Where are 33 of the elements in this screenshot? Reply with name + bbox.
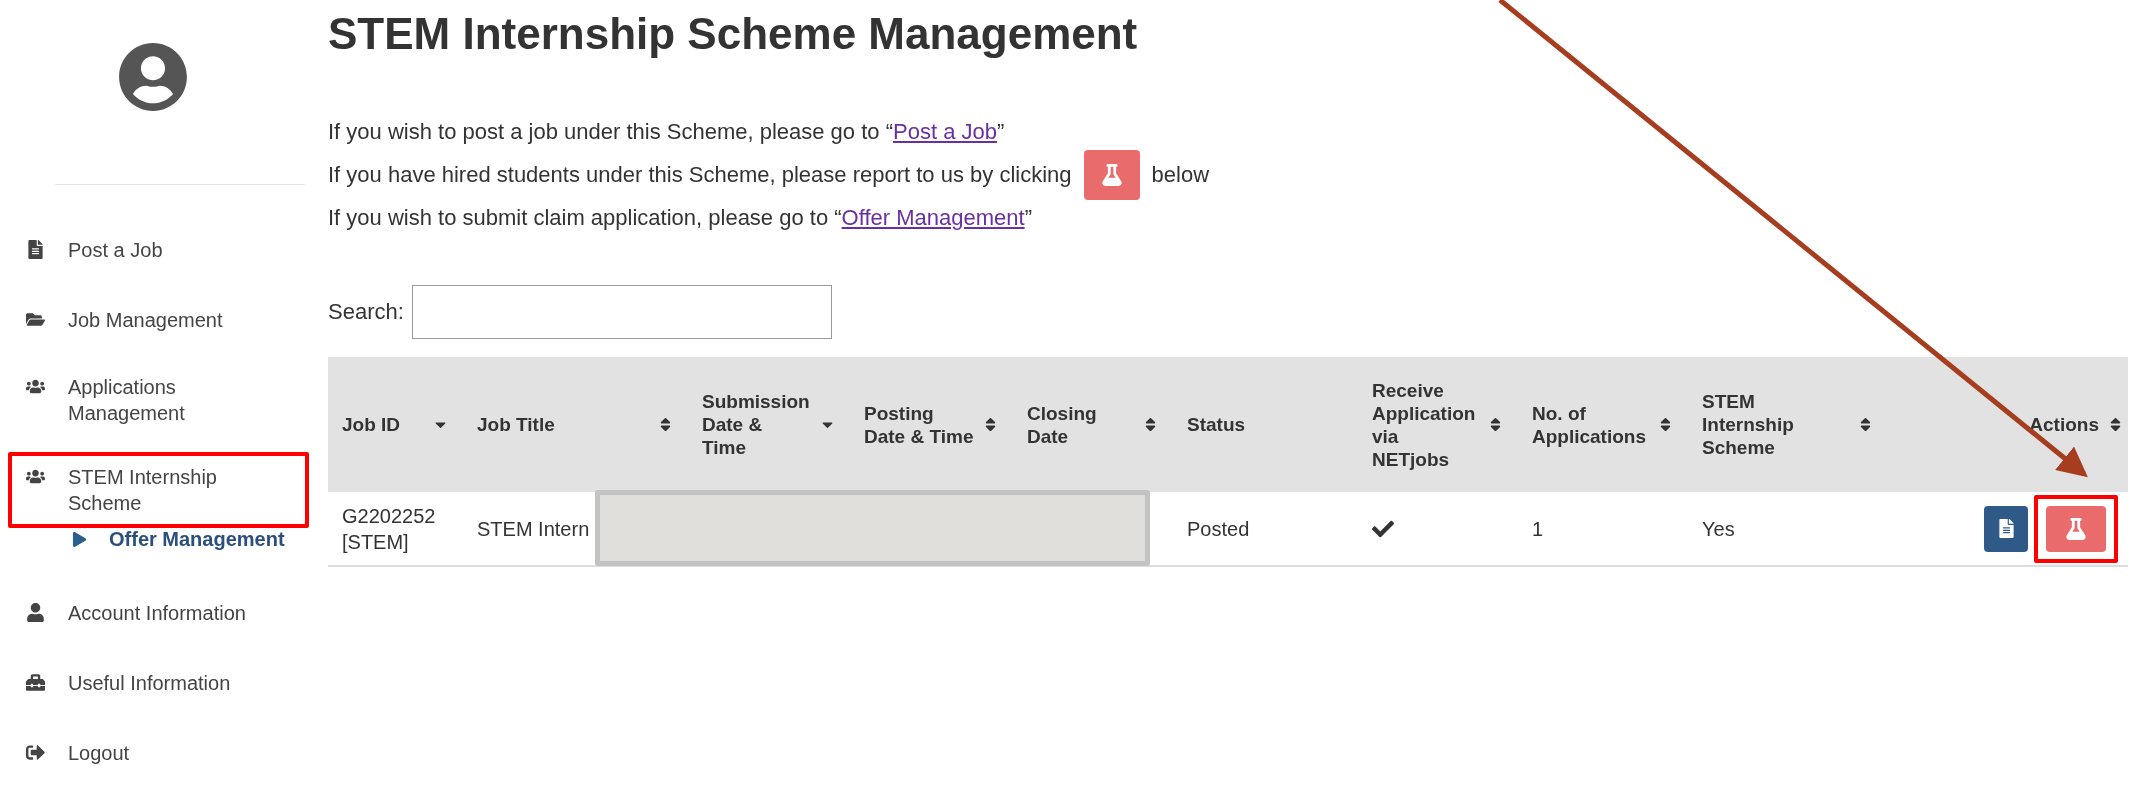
link[interactable]: Post a Job: [893, 110, 997, 153]
column-header[interactable]: Actions: [2029, 413, 2099, 436]
link[interactable]: Offer Management: [841, 196, 1025, 239]
table-cell-text: STEM Intern: [477, 516, 590, 542]
column-header[interactable]: Job ID: [342, 413, 401, 436]
document-button[interactable]: [1984, 505, 2028, 552]
sidebar-item[interactable]: Logout: [68, 740, 268, 766]
instruction-text: If you wish to submit claim application, please go to “Offer Management”: [328, 196, 2130, 239]
sidebar-item[interactable]: Job Management: [68, 307, 268, 333]
document-icon: [1996, 519, 2016, 538]
flask-icon: [2065, 517, 2087, 540]
table-cell-text: 1: [1532, 516, 1544, 542]
report-button[interactable]: [1083, 149, 1140, 200]
search-field[interactable]: [411, 285, 832, 339]
search-label: Search:: [328, 299, 404, 325]
sidebar-item[interactable]: Post a Job: [68, 237, 268, 263]
sidebar-item[interactable]: Useful Information: [68, 670, 268, 696]
play-icon: [72, 531, 87, 547]
sidebar-item[interactable]: Account Information: [68, 600, 268, 626]
sidebar-subitem[interactable]: Offer Management: [109, 526, 305, 552]
instruction-text: If you wish to post a job under this Scheme, please go to “Post a Job”: [328, 110, 2130, 153]
avatar-icon: [117, 42, 188, 112]
flask-icon: [1100, 163, 1123, 186]
column-header[interactable]: Status: [1187, 413, 1246, 436]
page-title: STEM Internship Scheme Management: [328, 8, 1139, 60]
sidebar-item[interactable]: Applications Management: [68, 374, 268, 426]
table-cell-text: Posted: [1187, 516, 1250, 542]
table-cell-text: Yes: [1702, 516, 1735, 542]
table-cell-text: G2202252 [STEM]: [342, 503, 437, 555]
sidebar-item[interactable]: STEM Internship Scheme: [68, 464, 268, 516]
column-header[interactable]: Job Title: [477, 413, 555, 436]
instruction-text: If you have hired students under this Scheme, please report to us by clicking below: [328, 153, 2130, 196]
report-button[interactable]: [2046, 505, 2106, 552]
